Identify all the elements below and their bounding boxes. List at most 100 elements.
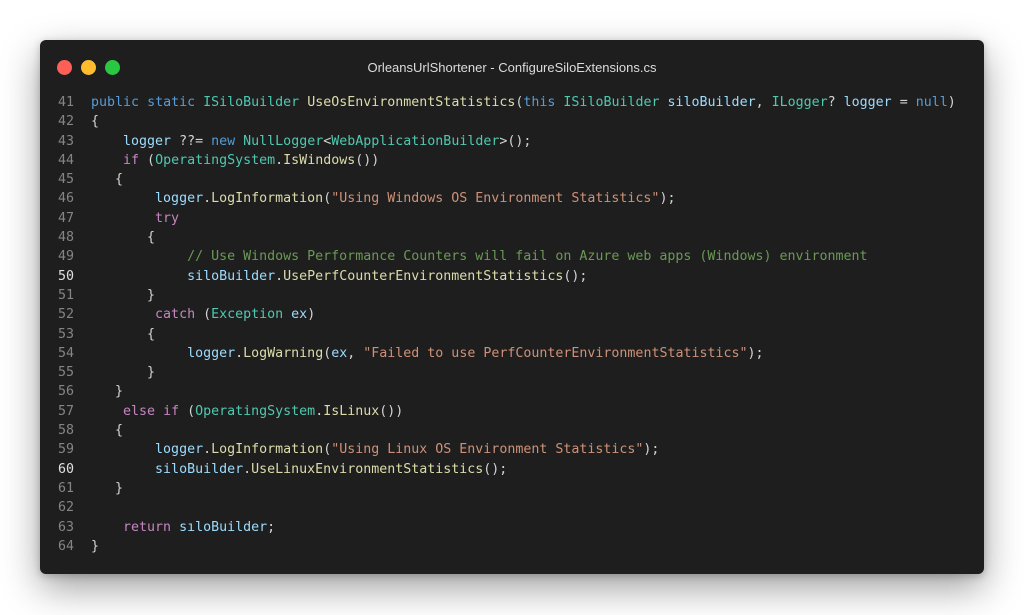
code-line: 49 // Use Windows Performance Counters w… [40, 247, 984, 266]
line-number: 51 [57, 287, 74, 303]
code-token: return [123, 519, 172, 535]
line-number: 55 [57, 365, 74, 381]
code-text: logger.LogInformation("Using Linux OS En… [91, 440, 659, 459]
code-text: catch (Exception ex) [91, 305, 315, 324]
code-token: siloBuilder [187, 268, 276, 284]
line-number: 54 [57, 345, 74, 361]
code-line: 44 if (OperatingSystem.IsWindows()) [40, 151, 984, 170]
window-title: OrleansUrlShortener - ConfigureSiloExten… [367, 60, 657, 75]
code-token: logger [155, 191, 204, 207]
line-number: 44 [57, 152, 74, 168]
code-token: ??= [171, 133, 212, 149]
code-line: 50 siloBuilder.UsePerfCounterEnvironment… [40, 267, 984, 286]
line-number: 46 [57, 191, 74, 207]
code-token: sıloBuilder [179, 519, 268, 535]
code-text: } [91, 363, 155, 382]
line-number: 52 [57, 307, 74, 323]
code-token: logger [187, 345, 236, 361]
code-token: static [147, 95, 196, 110]
code-token: ( [139, 152, 156, 168]
code-line: 55 } [40, 363, 984, 382]
code-token: // Use Windows Performance Counters will… [187, 249, 868, 265]
code-token: LogInformation [211, 191, 324, 207]
code-text: logger.LogInformation("Using Windows OS … [91, 189, 675, 208]
code-token: OperatingSystem [195, 403, 316, 419]
code-token: ISiloBuilder [563, 95, 660, 110]
code-text: return sıloBuilder; [91, 518, 275, 537]
line-number: 57 [57, 403, 74, 419]
code-line: 42 { [40, 112, 984, 131]
line-number: 64 [57, 538, 74, 554]
code-token: . [203, 191, 212, 207]
code-text: } [91, 382, 123, 401]
code-token: . [275, 268, 284, 284]
code-text: siloBuilder.UsePerfCounterEnvironmentSta… [91, 267, 587, 286]
code-token: "Using Linux OS Environment Statistics" [331, 442, 644, 458]
code-text: if (OperatingSystem.IsWindows()) [91, 151, 379, 170]
code-token: >(); [499, 133, 532, 149]
code-text: logger.LogWarning(ex, "Failed to use Per… [91, 344, 763, 363]
code-token: ()) [355, 152, 380, 168]
code-token: ); [643, 442, 660, 458]
code-text: { [91, 228, 155, 247]
code-line: 59 logger.LogInformation("Using Linux OS… [40, 440, 984, 459]
code-text: { [91, 325, 155, 344]
code-token: . [203, 442, 212, 458]
code-token: ( [179, 403, 196, 419]
code-token: ); [659, 191, 676, 207]
code-token: LogWarning [243, 345, 324, 361]
code-text: { [91, 112, 99, 131]
line-number: 59 [57, 442, 74, 458]
line-number: 62 [57, 500, 74, 516]
code-token: if [123, 152, 140, 168]
line-number: 41 [57, 95, 74, 110]
code-editor[interactable]: 41 public static ISiloBuilder UseOsEnviro… [40, 93, 984, 556]
code-token: ( [323, 442, 332, 458]
screenshot-canvas: OrleansUrlShortener - ConfigureSiloExten… [0, 0, 1024, 615]
code-line: 41 public static ISiloBuilder UseOsEnviro… [40, 93, 984, 112]
code-token: ISiloBuilder [203, 95, 300, 110]
code-text: siloBuilder.UseLinuxEnvironmentStatistic… [91, 460, 507, 479]
line-number: 60 [57, 461, 74, 477]
code-line: 46 logger.LogInformation("Using Windows … [40, 189, 984, 208]
code-token: ( [323, 191, 332, 207]
code-token: { [91, 114, 100, 130]
line-number: 53 [57, 326, 74, 342]
code-line: 64} [40, 537, 984, 556]
code-token: ? [827, 95, 844, 110]
code-token: Exception [211, 307, 284, 323]
code-token: siloBuilder [155, 461, 244, 477]
code-token: } [91, 538, 100, 554]
line-number: 49 [57, 249, 74, 265]
code-line: 43 logger ??= new NullLogger<WebApplicat… [40, 132, 984, 151]
code-token: catch [155, 307, 196, 323]
code-token: ) [947, 95, 956, 110]
code-line: 63 return sıloBuilder; [40, 518, 984, 537]
code-text: } [91, 479, 123, 498]
code-line: 45 { [40, 170, 984, 189]
code-token: } [115, 480, 124, 496]
code-token: = [891, 95, 916, 110]
code-token: WebApplicationBuilder [331, 133, 500, 149]
code-text: else if (OperatingSystem.IsLinux()) [91, 402, 403, 421]
code-token: ( [195, 307, 212, 323]
code-line: 57 else if (OperatingSystem.IsLinux()) [40, 402, 984, 421]
code-token: { [115, 172, 124, 188]
code-token: logger [123, 133, 172, 149]
code-line: 51 } [40, 286, 984, 305]
code-token: else [123, 403, 156, 419]
code-token: if [163, 403, 180, 419]
code-text: // Use Windows Performance Counters will… [91, 247, 868, 266]
code-token: (); [563, 268, 588, 284]
code-token: LogInformation [211, 442, 324, 458]
code-token: UseOsEnvironmentStatistics [307, 95, 516, 110]
code-text: logger ??= new NullLogger<WebApplication… [91, 132, 531, 151]
code-line: 47 try [40, 209, 984, 228]
line-number: 56 [57, 384, 74, 400]
